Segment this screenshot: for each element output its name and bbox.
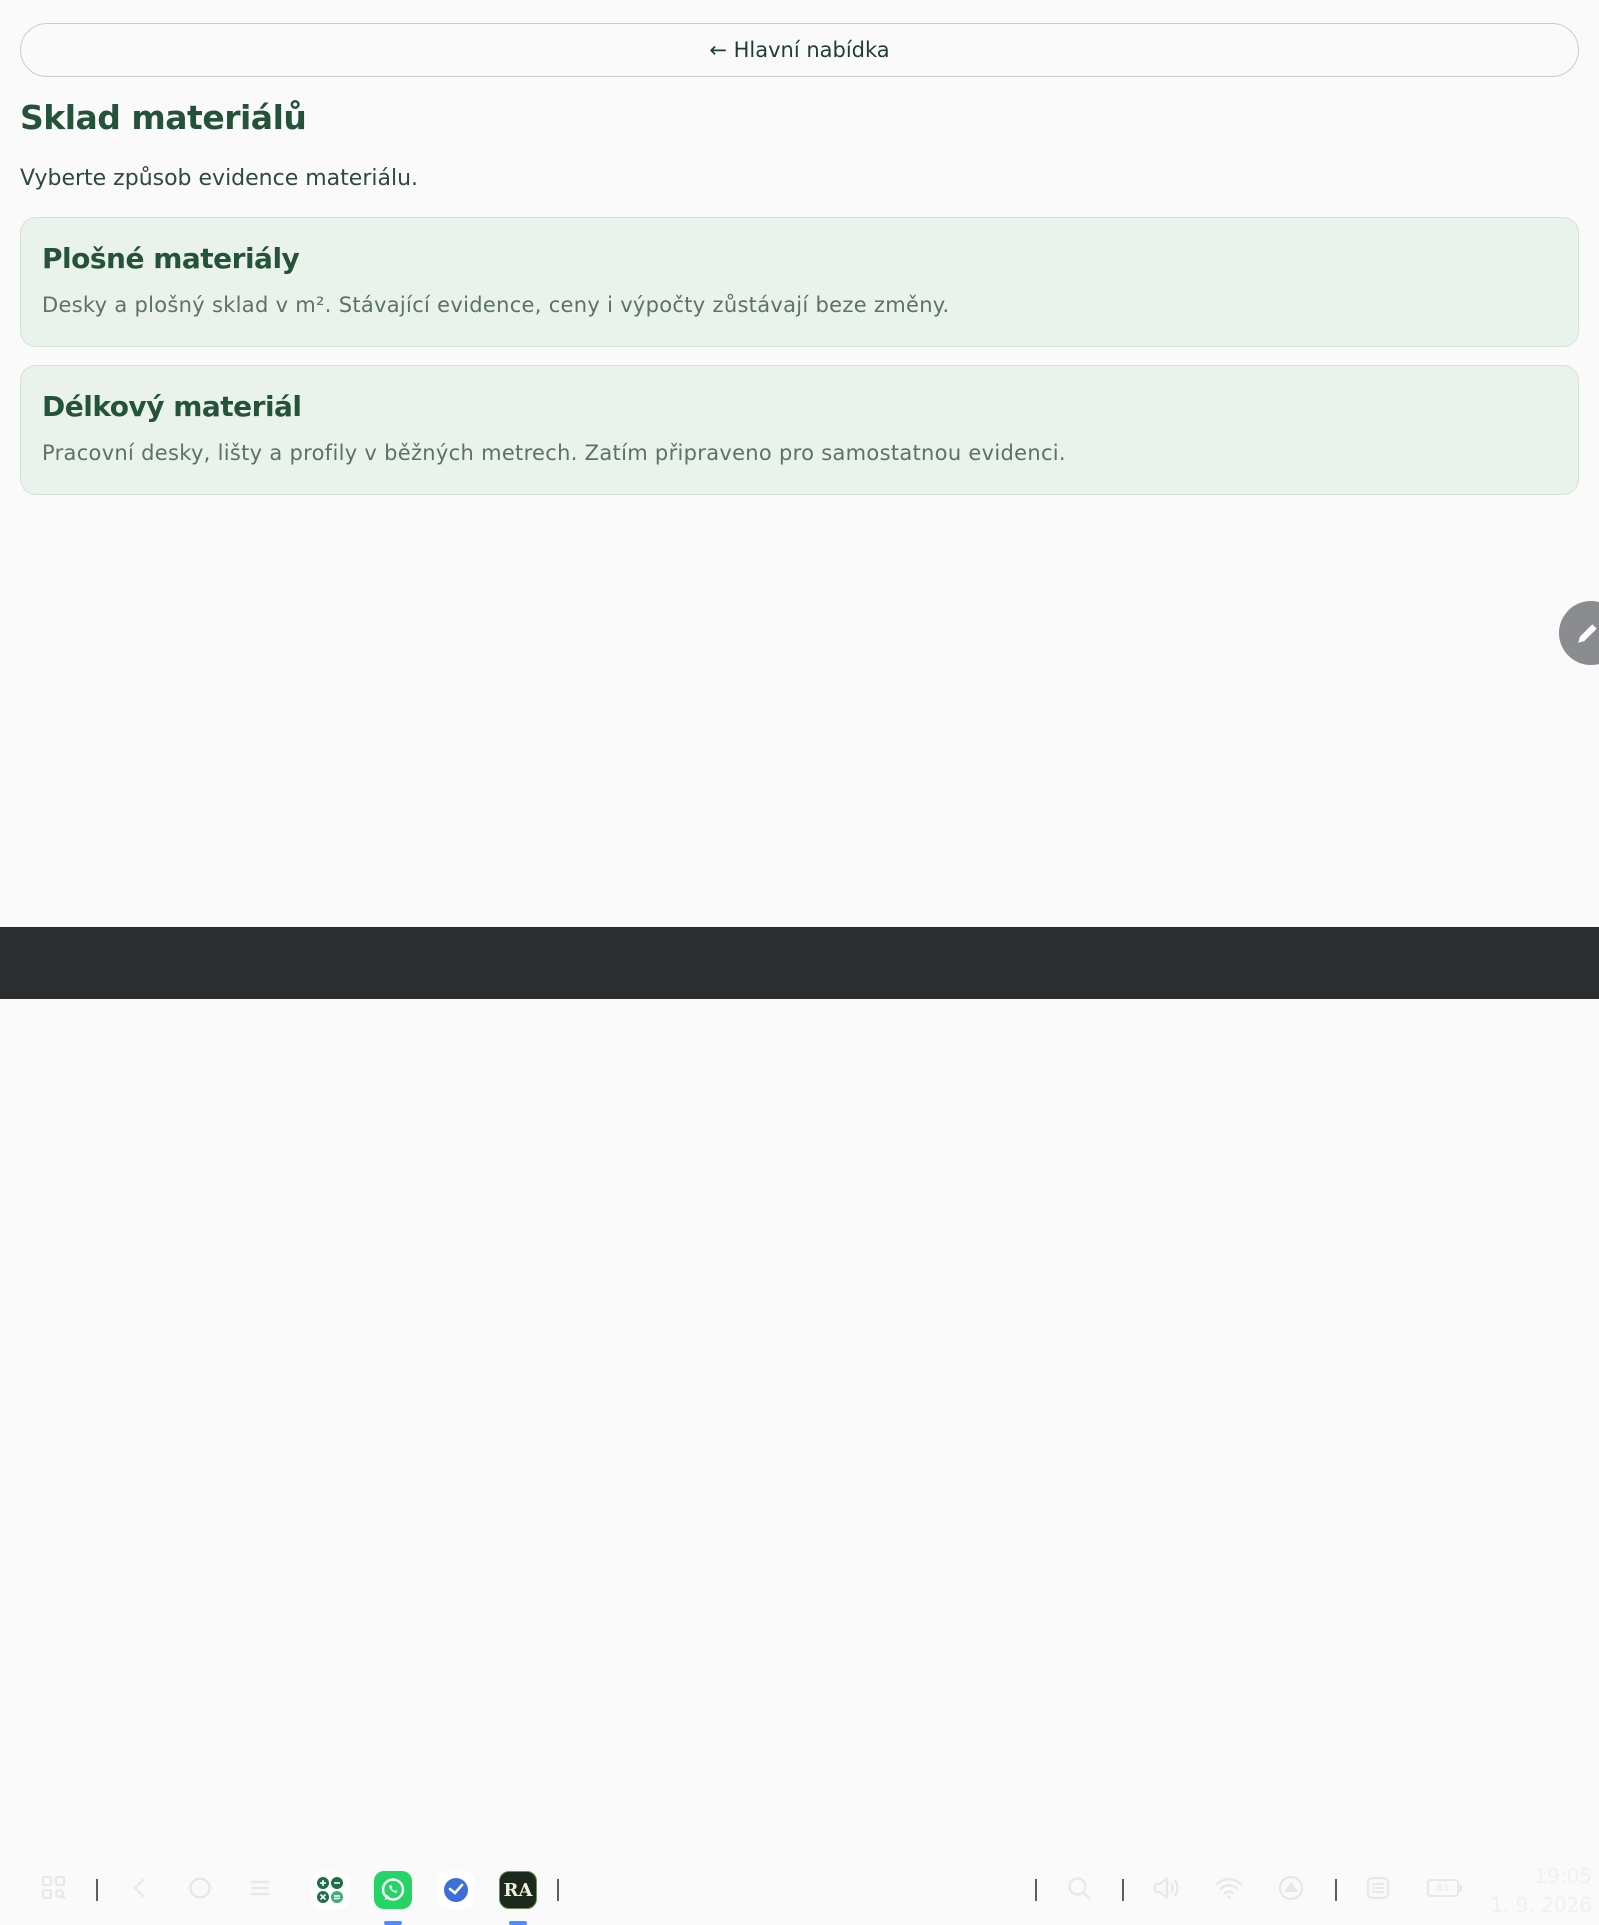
app-root: ← Hlavní nabídka Sklad materiálů Vyberte… [0,0,1599,927]
running-indicator [384,1921,402,1925]
taskbar-divider [96,1879,98,1901]
taskbar-divider [557,1879,559,1901]
back-button-label: ← Hlavní nabídka [709,38,890,62]
taskbar-divider [1335,1879,1337,1901]
clock-app-icon[interactable] [437,1871,475,1909]
upload-icon[interactable] [1275,1872,1307,1904]
system-clock[interactable]: 19:05 1. 9. 2026 [1472,1862,1592,1920]
battery-level: 61 [1436,1882,1450,1894]
option-card-flat-materials[interactable]: Plošné materiály Desky a plošný sklad v … [20,217,1579,347]
floating-edit-button[interactable] [1559,601,1599,665]
clock-time: 19:05 [1534,1864,1592,1888]
option-card-title: Plošné materiály [42,242,300,275]
option-card-description: Desky a plošný sklad v m². Stávající evi… [42,293,950,317]
home-icon[interactable] [184,1872,216,1904]
option-card-description: Pracovní desky, lišty a profily v běžnýc… [42,441,1066,465]
back-icon[interactable] [124,1872,156,1904]
calculator-app-icon[interactable] [311,1871,349,1909]
taskbar-divider [1035,1879,1037,1901]
page-title: Sklad materiálů [20,98,307,137]
running-indicator [509,1921,527,1925]
battery-icon: 61 [1425,1872,1462,1904]
search-icon[interactable] [1063,1872,1095,1904]
taskbar-divider [1122,1879,1124,1901]
wifi-icon[interactable] [1212,1872,1246,1904]
ra-app-icon[interactable]: RA [499,1871,537,1909]
system-taskbar: RA 61 19:05 1. 9. 2026 [0,927,1599,1925]
option-card-title: Délkový materiál [42,390,302,423]
pencil-icon [1578,624,1597,643]
volume-icon[interactable] [1149,1872,1183,1904]
ra-app-label: RA [503,1879,533,1901]
whatsapp-app-icon[interactable] [374,1871,412,1909]
main-menu-back-button[interactable]: ← Hlavní nabídka [20,23,1579,77]
notes-icon[interactable] [1362,1872,1394,1904]
menu-icon[interactable] [244,1872,276,1904]
page-subtitle: Vyberte způsob evidence materiálu. [20,166,419,191]
option-card-length-materials[interactable]: Délkový materiál Pracovní desky, lišty a… [20,365,1579,495]
clock-date: 1. 9. 2026 [1490,1893,1592,1917]
app-drawer-icon[interactable] [38,1872,70,1904]
